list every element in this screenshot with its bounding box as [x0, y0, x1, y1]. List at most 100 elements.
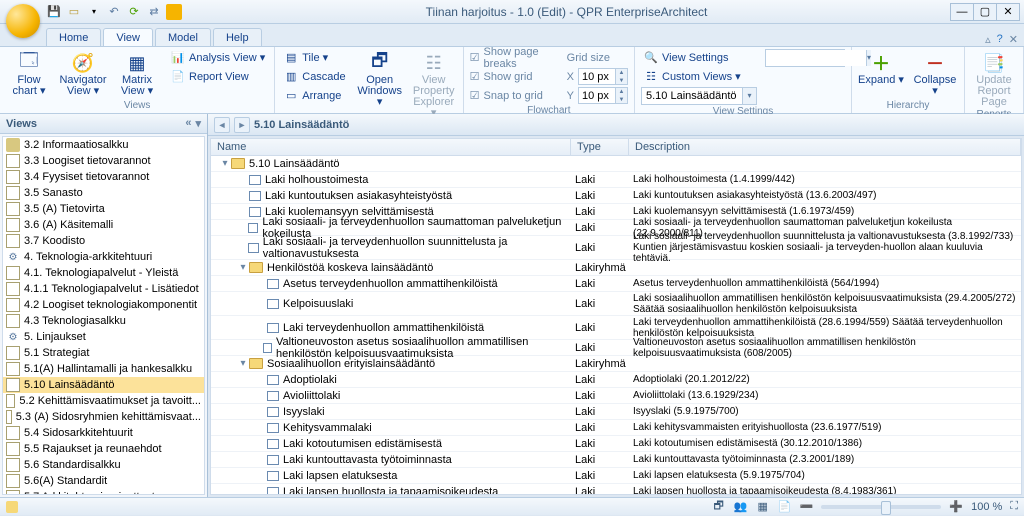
custom-views-button[interactable]: ☷Custom Views ▾: [641, 68, 757, 85]
tree-row[interactable]: 3.7 Koodisto: [3, 233, 204, 249]
expander-icon[interactable]: ▾: [237, 358, 249, 369]
tree-row[interactable]: 3.3 Loogiset tietovarannot: [3, 153, 204, 169]
table-row[interactable]: Laki lapsen elatuksestaLakiLaki lapsen e…: [211, 468, 1021, 484]
tab-home[interactable]: Home: [46, 28, 101, 46]
tab-view[interactable]: View: [103, 28, 153, 46]
nav-fwd-button[interactable]: ►: [234, 117, 250, 133]
status-icon-2[interactable]: 👥: [734, 500, 748, 514]
view-settings-button[interactable]: 🔍View Settings: [641, 49, 757, 66]
grid-x-input[interactable]: ▲▼: [578, 68, 628, 85]
table-row[interactable]: IsyyslakiLakiIsyyslaki (5.9.1975/700): [211, 404, 1021, 420]
analysis-view-button[interactable]: 📊Analysis View ▾: [168, 49, 268, 66]
collapse-button[interactable]: －Collapse ▾: [912, 49, 958, 97]
ribbon-minimize-icon[interactable]: ▵: [985, 33, 991, 46]
expander-icon[interactable]: ▾: [219, 158, 231, 169]
tree-row[interactable]: 3.2 Informaatiosalkku: [3, 137, 204, 153]
table-row[interactable]: Laki sosiaali- ja terveydenhuollon suunn…: [211, 236, 1021, 260]
doc-icon: [267, 439, 279, 449]
minimize-button[interactable]: —: [950, 3, 974, 21]
snap-to-grid-checkbox[interactable]: ☑ Snap to grid: [470, 87, 559, 104]
flowchart-button[interactable]: 🗔Flow chart ▾: [6, 49, 52, 97]
tile-button[interactable]: ▤Tile ▾: [281, 49, 348, 66]
table-row[interactable]: ▾5.10 Lainsäädäntö: [211, 156, 1021, 172]
col-header-type[interactable]: Type: [571, 139, 629, 155]
ribbon-help-icon[interactable]: ?: [997, 33, 1003, 46]
table-row[interactable]: AvioliittolakiLakiAvioliittolaki (13.6.1…: [211, 388, 1021, 404]
tree-row[interactable]: 5.3 (A) Sidosryhmien kehittämisvaat...: [3, 409, 204, 425]
show-grid-checkbox[interactable]: ☑ Show grid: [470, 68, 559, 85]
new-icon[interactable]: ▭: [66, 4, 82, 20]
tree-row[interactable]: 4.2 Loogiset teknologiakomponentit: [3, 297, 204, 313]
book-icon[interactable]: [166, 4, 182, 20]
close-button[interactable]: ✕: [996, 3, 1020, 21]
tree-row[interactable]: ⚙5. Linjaukset: [3, 329, 204, 345]
cascade-button[interactable]: ▥Cascade: [281, 68, 348, 85]
tab-help[interactable]: Help: [213, 28, 262, 46]
status-icon-1[interactable]: 🗗: [712, 500, 726, 514]
link-icon[interactable]: ⇄: [146, 4, 162, 20]
report-view-button[interactable]: 📄Report View: [168, 68, 268, 85]
status-icon-4[interactable]: 📄: [778, 500, 792, 514]
tree-row[interactable]: 3.4 Fyysiset tietovarannot: [3, 169, 204, 185]
expand-button[interactable]: ＋Expand ▾: [858, 49, 904, 86]
view-property-explorer-button[interactable]: ☷View Property Explorer ▾: [411, 49, 457, 119]
navigator-view-button[interactable]: 🧭Navigator View ▾: [60, 49, 106, 97]
app-orb-button[interactable]: [6, 4, 40, 38]
matrix-view-button[interactable]: ▦Matrix View ▾: [114, 49, 160, 97]
col-header-name[interactable]: Name: [211, 139, 571, 155]
tree-row[interactable]: 4.1. Teknologiapalvelut - Yleistä: [3, 265, 204, 281]
table-row[interactable]: Asetus terveydenhuollon ammattihenkilöis…: [211, 276, 1021, 292]
update-report-button[interactable]: 📑Update Report Page: [971, 49, 1017, 108]
refresh-icon[interactable]: ⟳: [126, 4, 142, 20]
tree-row[interactable]: 5.10 Lainsäädäntö: [3, 377, 204, 393]
col-header-desc[interactable]: Description: [629, 139, 1021, 155]
qat-dropdown-icon[interactable]: ▾: [86, 4, 102, 20]
tree-row[interactable]: 5.7 Arkkitehtuuriperiaatteet: [3, 489, 204, 495]
table-row[interactable]: AdoptiolakiLakiAdoptiolaki (20.1.2012/22…: [211, 372, 1021, 388]
zoom-fit-button[interactable]: ⛶: [1010, 500, 1018, 513]
tree-row[interactable]: 3.6 (A) Käsitemalli: [3, 217, 204, 233]
show-page-breaks-checkbox[interactable]: ☑ Show page breaks: [470, 49, 559, 66]
data-grid[interactable]: Name Type Description ▾5.10 Lainsäädäntö…: [210, 138, 1022, 495]
table-row[interactable]: Laki lapsen huollosta ja tapaamisoikeude…: [211, 484, 1021, 495]
tree-row[interactable]: 5.4 Sidosarkkitehtuurit: [3, 425, 204, 441]
pane-menu-icon[interactable]: ▾: [195, 117, 201, 130]
open-windows-button[interactable]: 🗗Open Windows ▾: [357, 49, 403, 108]
views-tree[interactable]: 3.2 Informaatiosalkku3.3 Loogiset tietov…: [2, 136, 205, 495]
tree-row[interactable]: 5.6 Standardisalkku: [3, 457, 204, 473]
zoom-in-button[interactable]: ➕: [949, 500, 963, 513]
ribbon-close-icon[interactable]: ✕: [1009, 33, 1018, 46]
view-select-combo-2[interactable]: ▾: [765, 49, 845, 67]
tree-row[interactable]: 3.5 Sanasto: [3, 185, 204, 201]
tree-row[interactable]: 3.5 (A) Tietovirta: [3, 201, 204, 217]
zoom-slider[interactable]: [821, 505, 941, 509]
table-row[interactable]: KelpoisuuslakiLakiLaki sosiaalihuollon a…: [211, 292, 1021, 316]
zoom-out-button[interactable]: ➖: [800, 500, 814, 513]
pane-chevron-icon[interactable]: «: [185, 117, 191, 130]
expander-icon[interactable]: ▾: [237, 262, 249, 273]
grid-y-input[interactable]: ▲▼: [578, 87, 628, 104]
table-row[interactable]: Laki kotoutumisen edistämisestäLakiLaki …: [211, 436, 1021, 452]
arrange-button[interactable]: ▭Arrange: [281, 87, 348, 104]
table-row[interactable]: Laki kuntoutuksen asiakasyhteistyöstäLak…: [211, 188, 1021, 204]
tree-row[interactable]: 5.2 Kehittämisvaatimukset ja tavoitt...: [3, 393, 204, 409]
tree-row[interactable]: 5.1(A) Hallintamalli ja hankesalkku: [3, 361, 204, 377]
tree-row[interactable]: 4.3 Teknologiasalkku: [3, 313, 204, 329]
table-row[interactable]: Laki kuntouttavasta työtoiminnastaLakiLa…: [211, 452, 1021, 468]
tab-model[interactable]: Model: [155, 28, 211, 46]
view-select-combo[interactable]: ▾: [641, 87, 757, 105]
maximize-button[interactable]: ▢: [973, 3, 997, 21]
tree-row[interactable]: 5.1 Strategiat: [3, 345, 204, 361]
tree-row[interactable]: 4.1.1 Teknologiapalvelut - Lisätiedot: [3, 281, 204, 297]
save-icon[interactable]: 💾: [46, 4, 62, 20]
undo-icon[interactable]: ↶: [106, 4, 122, 20]
table-row[interactable]: Valtioneuvoston asetus sosiaalihuollon a…: [211, 340, 1021, 356]
table-row[interactable]: Laki holhoustoimestaLakiLaki holhoustoim…: [211, 172, 1021, 188]
tree-row[interactable]: ⚙4. Teknologia-arkkitehtuuri: [3, 249, 204, 265]
tree-row[interactable]: 5.6(A) Standardit: [3, 473, 204, 489]
tree-row[interactable]: 5.5 Rajaukset ja reunaehdot: [3, 441, 204, 457]
status-icon-3[interactable]: ▦: [756, 500, 770, 514]
nav-back-button[interactable]: ◄: [214, 117, 230, 133]
row-name: Laki kuntoutuksen asiakasyhteistyöstä: [265, 190, 452, 202]
table-row[interactable]: KehitysvammalakiLakiLaki kehitysvammaist…: [211, 420, 1021, 436]
